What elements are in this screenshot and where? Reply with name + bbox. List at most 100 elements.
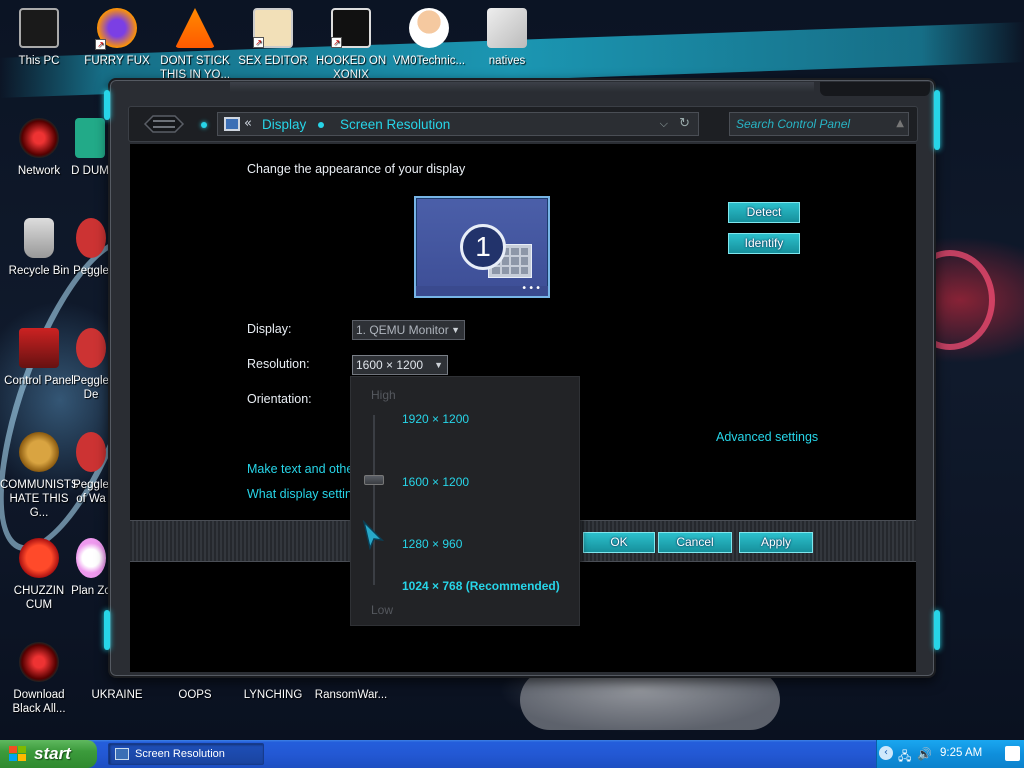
search-icon[interactable]: ▲ (896, 118, 904, 129)
desktop-icon-label: VM0Technic... (392, 55, 466, 67)
desktop-icon-label: Network (17, 165, 61, 177)
tray-expand-icon[interactable]: ‹ (879, 746, 893, 760)
page-title: Change the appearance of your display (247, 162, 466, 176)
start-label: start (34, 744, 71, 763)
resolution-dropdown[interactable]: High 1920 × 1200 1600 × 1200 1280 × 960 … (350, 376, 580, 626)
peggle-icon (76, 328, 106, 368)
cancel-button[interactable]: Cancel (658, 532, 732, 553)
firefox-icon: ↗ (95, 8, 137, 50)
desktop-icon-label: D DUM (71, 165, 109, 177)
document-icon (487, 8, 527, 48)
window-title-strip[interactable] (230, 82, 814, 92)
app-icon (75, 118, 105, 158)
monitor-number: 1 (460, 224, 506, 270)
taskbar-item-screen-resolution[interactable]: Screen Resolution (108, 743, 264, 765)
window-edge-glow (104, 90, 110, 120)
desktop-icon-peggle-de[interactable]: Peggle De (70, 328, 112, 402)
network-icon[interactable]: 🖧 (898, 747, 911, 768)
breadcrumb-display[interactable]: Display (262, 117, 306, 132)
resolution-slider-track[interactable] (373, 415, 375, 585)
desktop-icon-label: Plan Zo (71, 585, 111, 597)
display-icon (115, 748, 129, 760)
display-select[interactable]: 1. QEMU Monitor ▼ (352, 320, 465, 340)
desktop-icon-this-pc[interactable]: This PC (0, 8, 78, 68)
desktop-icon-chuzzin[interactable]: CHUZZIN CUM (0, 538, 78, 612)
breadcrumb-chevron-icon[interactable]: « (244, 116, 252, 131)
desktop-icon-label: CHUZZIN CUM (13, 585, 65, 611)
resolution-slider-thumb[interactable] (364, 475, 384, 485)
desktop-icon-control-panel[interactable]: Control Panel (0, 328, 78, 388)
desktop-icon-download-black[interactable]: Download Black All... (0, 642, 78, 716)
hex-editor-icon: ↗ (253, 8, 293, 48)
desktop-icon-communists[interactable]: COMMUNISTS HATE THIS G... (0, 432, 79, 520)
breadcrumb-screen-resolution[interactable]: Screen Resolution (340, 117, 450, 132)
peggle-icon (76, 218, 106, 258)
recent-pages-icon[interactable] (201, 122, 207, 128)
desktop-icon-plants-zombies[interactable]: Plan Zo (70, 538, 112, 598)
display-select-value: 1. QEMU Monitor (356, 323, 449, 337)
resolution-option[interactable]: 1600 × 1200 (402, 475, 469, 489)
start-button[interactable]: start (0, 740, 97, 768)
globe-icon (19, 642, 59, 682)
desktop-icon-label: COMMUNISTS HATE THIS G... (0, 479, 79, 519)
desktop-icon-label: Peggle of Wa (73, 479, 109, 505)
chevron-down-icon: ▼ (451, 325, 460, 335)
taskbar-item-label: Screen Resolution (135, 748, 225, 760)
desktop-icon-label: LYNCHING (243, 689, 303, 701)
desktop-icon-label: FURRY FUX (84, 55, 150, 67)
desktop-icon-label: This PC (18, 55, 60, 67)
vlc-cone-icon (175, 8, 215, 48)
volume-icon[interactable]: 🔊 (917, 747, 932, 761)
resolution-option-recommended[interactable]: 1024 × 768 (Recommended) (402, 579, 560, 593)
back-forward-orb[interactable] (139, 112, 189, 136)
desktop-icon-label: Peggle De (73, 375, 109, 401)
detect-button[interactable]: Detect (728, 202, 800, 223)
network-globe-icon (19, 118, 59, 158)
desktop-icon-d-dum[interactable]: D DUM (70, 118, 110, 178)
desktop-icon-network[interactable]: Network (0, 118, 78, 178)
system-tray: ‹ 🖧 🔊 9:25 AM (876, 740, 1024, 768)
breadcrumb[interactable]: « Display Screen Resolution ⌵ ↻ (217, 112, 699, 136)
xonix-game-icon: ↗ (331, 8, 371, 48)
flower-icon (76, 538, 106, 578)
desktop-icon-peggle[interactable]: Peggle (70, 218, 112, 278)
desktop-icon-label: Peggle (73, 265, 109, 277)
window-edge-glow (934, 90, 940, 150)
monitor-preview[interactable]: 1 ••• (414, 196, 550, 298)
desktop-icon-sex-editor[interactable]: ↗ SEX EDITOR (234, 8, 312, 68)
taskbar: start Screen Resolution ‹ 🖧 🔊 9:25 AM (0, 740, 1024, 768)
resolution-select-value: 1600 × 1200 (356, 358, 424, 372)
resolution-select[interactable]: 1600 × 1200 ▼ (352, 355, 448, 375)
advanced-settings-link[interactable]: Advanced settings (716, 430, 818, 444)
money-bag-icon (19, 432, 59, 472)
desktop-icon-peggle-wa[interactable]: Peggle of Wa (70, 432, 112, 506)
address-bar: « Display Screen Resolution ⌵ ↻ ▲ (128, 106, 918, 142)
desktop-icon-furry-fux[interactable]: ↗ FURRY FUX (78, 8, 156, 68)
clock[interactable]: 9:25 AM (940, 747, 982, 759)
window-caption-area[interactable] (820, 82, 930, 96)
apply-button[interactable]: Apply (739, 532, 813, 553)
peggle-icon (76, 432, 106, 472)
desktop-icon-natives[interactable]: natives (468, 8, 546, 68)
display-settings-help-link[interactable]: What display setting (247, 487, 359, 501)
desktop-icon-recycle-bin[interactable]: Recycle Bin (0, 218, 78, 278)
desktop-icon-dont-stick[interactable]: DONT STICK THIS IN YO... (156, 8, 234, 82)
ok-button[interactable]: OK (583, 532, 655, 553)
text-size-link[interactable]: Make text and other (247, 462, 357, 476)
slider-low-label: Low (371, 603, 394, 617)
identify-button[interactable]: Identify (728, 233, 800, 254)
desktop-icon-hooked-on-xonix[interactable]: ↗ HOOKED ON XONIX (312, 8, 390, 82)
address-dropdown-icon[interactable]: ⌵ (660, 117, 668, 131)
resolution-option[interactable]: 1280 × 960 (402, 537, 462, 551)
resolution-option[interactable]: 1920 × 1200 (402, 412, 469, 426)
refresh-icon[interactable]: ↻ (679, 116, 690, 131)
desktop-icon-label: Control Panel (4, 375, 74, 387)
chevron-down-icon: ▼ (434, 360, 443, 370)
breadcrumb-separator-icon[interactable] (318, 122, 324, 128)
search-box[interactable]: ▲ (729, 112, 909, 136)
search-input[interactable] (730, 113, 908, 135)
notification-icon[interactable] (1005, 746, 1020, 761)
control-panel-icon (19, 328, 59, 368)
desktop-icon-vm0technic[interactable]: VM0Technic... (390, 8, 468, 68)
window-edge-glow (104, 610, 110, 650)
